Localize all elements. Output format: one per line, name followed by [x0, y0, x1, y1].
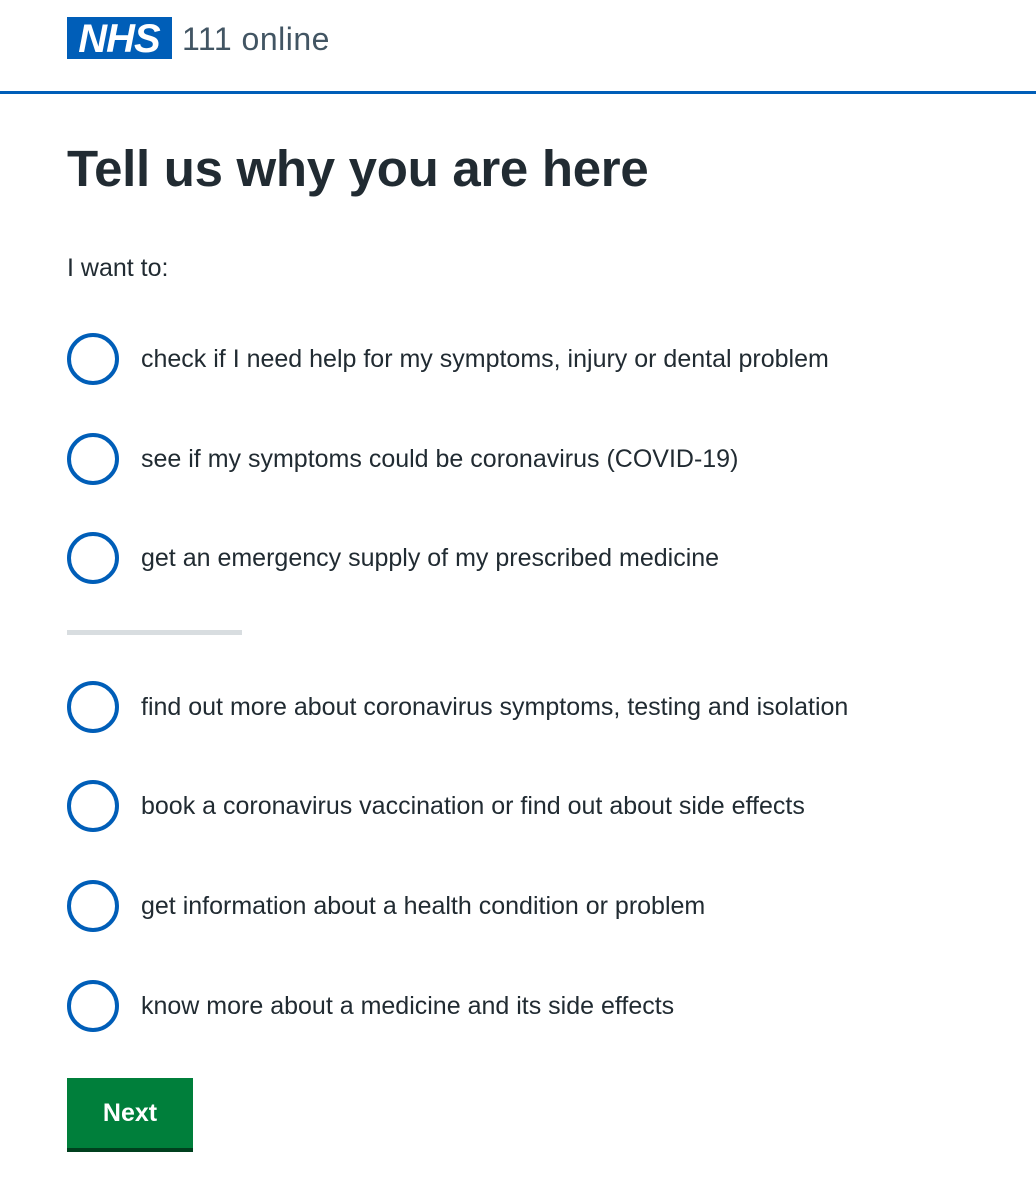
radio-label[interactable]: see if my symptoms could be coronavirus … — [141, 441, 738, 477]
radio-label[interactable]: know more about a medicine and its side … — [141, 988, 674, 1024]
page-title: Tell us why you are here — [67, 140, 649, 197]
radio-option-coronavirus-info[interactable]: find out more about coronavirus symptoms… — [67, 681, 967, 733]
service-name: 111 online — [182, 21, 330, 57]
radio-button[interactable] — [67, 880, 119, 932]
radio-label[interactable]: book a coronavirus vaccination or find o… — [141, 788, 805, 824]
radio-option-emergency-medicine[interactable]: get an emergency supply of my prescribed… — [67, 532, 967, 584]
radio-button[interactable] — [67, 780, 119, 832]
radio-button[interactable] — [67, 433, 119, 485]
radio-option-covid-symptoms[interactable]: see if my symptoms could be coronavirus … — [67, 433, 967, 485]
radio-option-check-symptoms[interactable]: check if I need help for my symptoms, in… — [67, 333, 967, 385]
radio-label[interactable]: get information about a health condition… — [141, 888, 705, 924]
question-legend: I want to: — [67, 254, 169, 282]
radio-button[interactable] — [67, 681, 119, 733]
radio-button[interactable] — [67, 333, 119, 385]
radio-label[interactable]: get an emergency supply of my prescribed… — [141, 540, 719, 576]
radio-button[interactable] — [67, 980, 119, 1032]
radio-option-vaccination[interactable]: book a coronavirus vaccination or find o… — [67, 780, 967, 832]
radio-option-medicine-info[interactable]: know more about a medicine and its side … — [67, 980, 967, 1032]
nhs-logo-text: NHS — [78, 17, 161, 59]
section-divider — [67, 630, 242, 635]
radio-label[interactable]: find out more about coronavirus symptoms… — [141, 689, 848, 725]
nhs-logo[interactable]: NHS — [67, 17, 172, 59]
next-button[interactable]: Next — [67, 1078, 193, 1152]
site-header: NHS 111 online — [0, 0, 1036, 94]
radio-button[interactable] — [67, 532, 119, 584]
radio-option-health-condition[interactable]: get information about a health condition… — [67, 880, 967, 932]
radio-label[interactable]: check if I need help for my symptoms, in… — [141, 341, 829, 377]
